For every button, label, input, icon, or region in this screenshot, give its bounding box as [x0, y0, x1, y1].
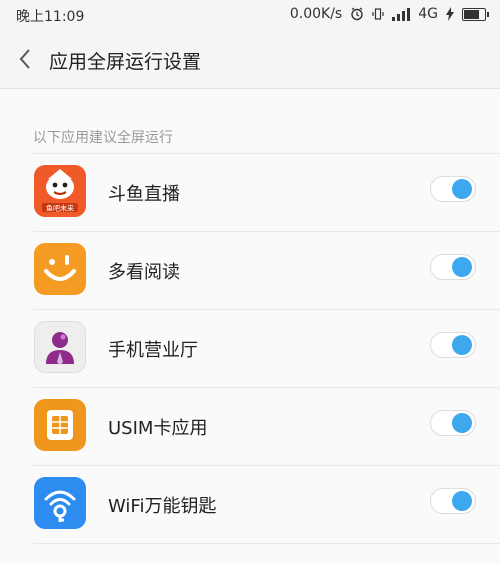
app-name: 斗鱼直播: [108, 184, 180, 205]
status-icons: 0.00K/s 4G: [289, 6, 489, 22]
app-name: USIM卡应用: [108, 418, 208, 439]
alarm-icon: [350, 7, 364, 21]
svg-text:鱼吧未来: 鱼吧未来: [46, 204, 74, 213]
status-time: 晚上11:09: [16, 9, 85, 25]
toggle-knob: [452, 491, 472, 511]
back-button[interactable]: [10, 44, 40, 74]
page-title: 应用全屏运行设置: [49, 51, 202, 73]
sim-card-app-icon: [34, 399, 86, 451]
list-item-douyu[interactable]: 鱼吧未来 斗鱼直播: [0, 154, 500, 232]
network-type: 4G: [418, 6, 438, 22]
wifi-key-app-icon: [34, 477, 86, 529]
app-name: 手机营业厅: [108, 340, 198, 361]
fullscreen-toggle[interactable]: [430, 488, 476, 514]
app-name: WiFi万能钥匙: [108, 496, 217, 517]
fullscreen-toggle[interactable]: [430, 254, 476, 280]
app-name: 多看阅读: [108, 262, 180, 283]
settings-list: 以下应用建议全屏运行 鱼吧未来 斗鱼直播 多看阅读 手机营业厅 USIM卡应用 …: [0, 89, 500, 564]
toggle-knob: [452, 413, 472, 433]
network-speed: 0.00K/s: [289, 6, 343, 22]
toggle-knob: [452, 179, 472, 199]
header: 应用全屏运行设置: [0, 30, 500, 89]
chevron-left-icon: [19, 49, 30, 69]
section-label: 以下应用建议全屏运行: [33, 130, 173, 146]
list-item-mobile-hall[interactable]: 手机营业厅: [0, 310, 500, 388]
douyu-app-icon: 鱼吧未来: [34, 165, 86, 217]
battery-icon: [462, 7, 489, 21]
vibrate-icon: [372, 7, 384, 21]
toggle-knob: [452, 257, 472, 277]
charging-icon: [446, 7, 454, 21]
list-item-duokan[interactable]: 多看阅读: [0, 232, 500, 310]
status-bar: 晚上11:09 0.00K/s 4G: [0, 0, 500, 30]
list-item-usim[interactable]: USIM卡应用: [0, 388, 500, 466]
fullscreen-toggle[interactable]: [430, 410, 476, 436]
signal-icon: [392, 7, 411, 21]
row-divider: [33, 543, 500, 544]
mobile-hall-app-icon: [34, 321, 86, 373]
list-item-wifi-key[interactable]: WiFi万能钥匙: [0, 466, 500, 544]
toggle-knob: [452, 335, 472, 355]
battery-level: [464, 9, 479, 19]
fullscreen-toggle[interactable]: [430, 332, 476, 358]
duokan-app-icon: [34, 243, 86, 295]
fullscreen-toggle[interactable]: [430, 176, 476, 202]
